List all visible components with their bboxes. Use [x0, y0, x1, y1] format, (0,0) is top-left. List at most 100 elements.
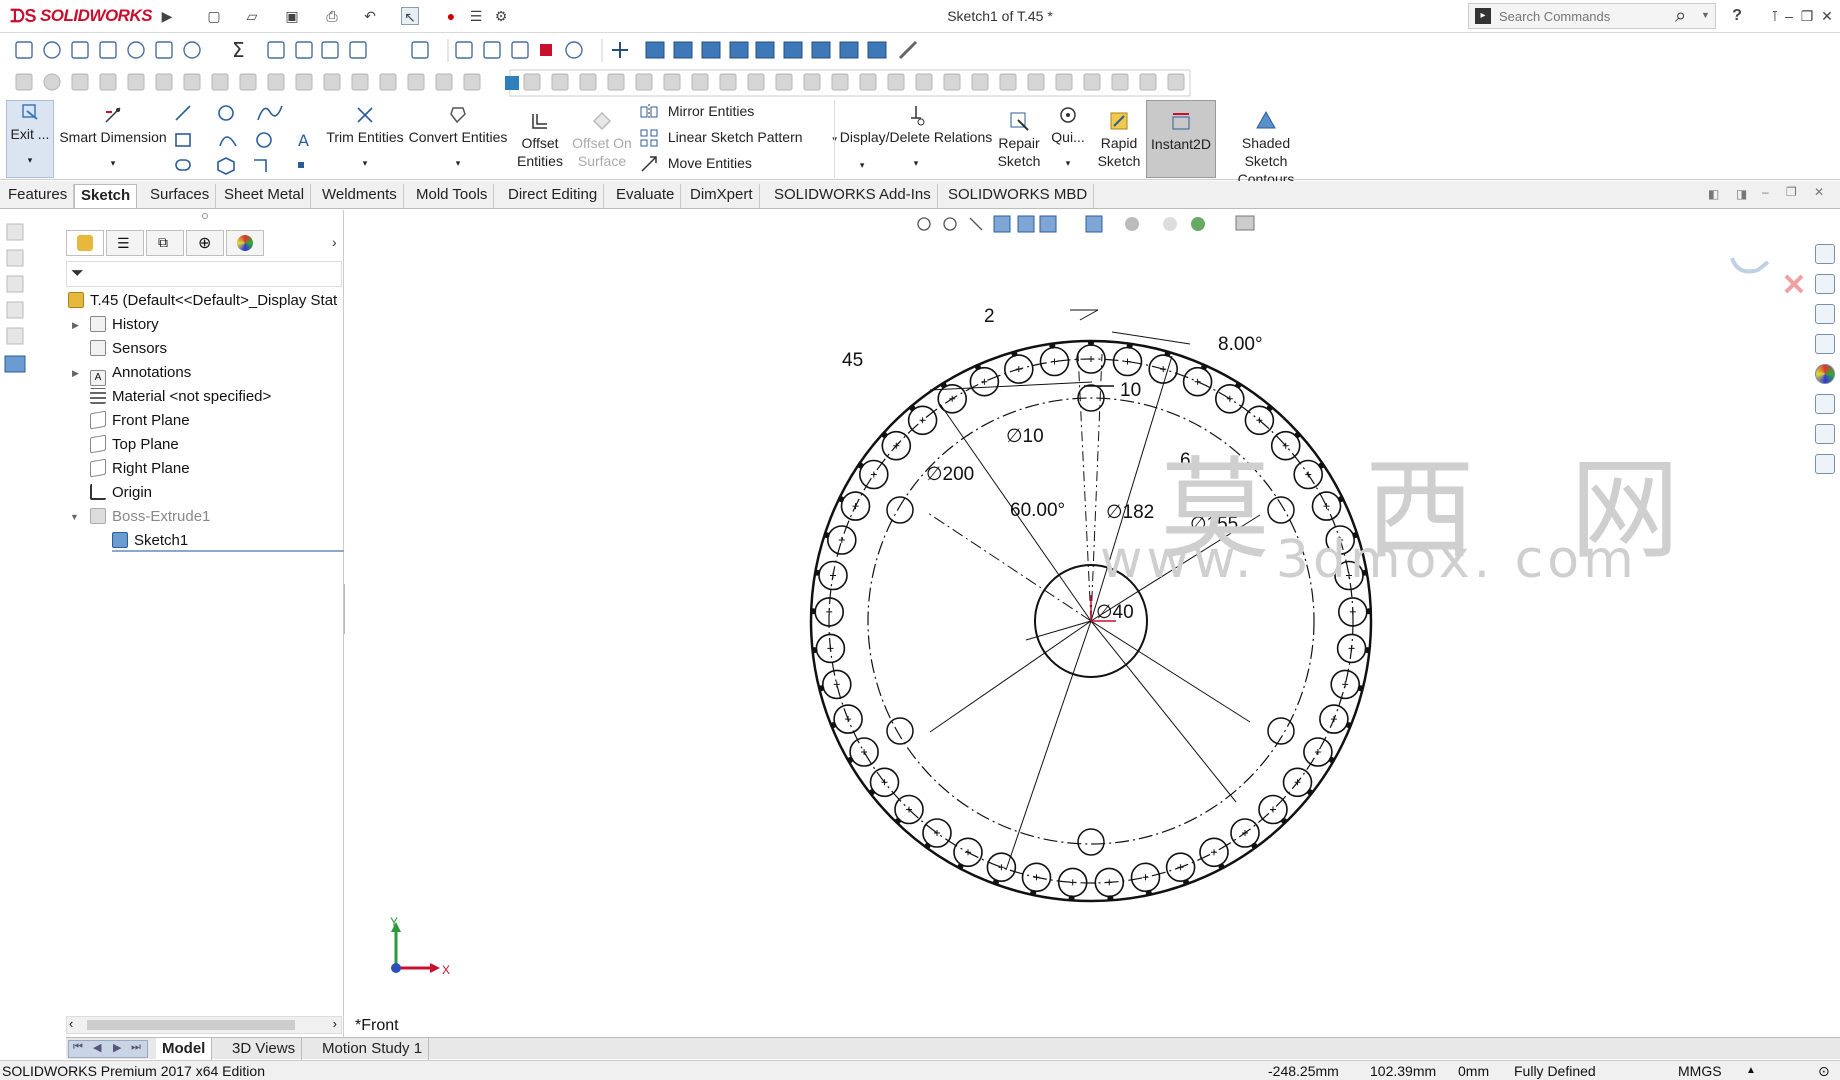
restore-icon[interactable]: ❐	[1798, 7, 1816, 25]
solidworks-resources-icon[interactable]	[1815, 244, 1835, 264]
trim-entities-button[interactable]: Trim Entities ▾	[326, 104, 404, 172]
scroll-thumb[interactable]	[87, 1020, 295, 1030]
tab-surfaces[interactable]: Surfaces	[144, 184, 217, 208]
search-box[interactable]: ▸ ⌕ ▼	[1468, 3, 1716, 29]
display-delete-relations-button[interactable]: Display/Delete Relations ▾	[838, 104, 994, 172]
next-tab-icon[interactable]: ▶	[113, 1041, 121, 1054]
tab-features[interactable]: Features	[2, 184, 75, 208]
tab-navigation-arrows[interactable]: ⏮ ◀ ▶ ⏭	[68, 1040, 148, 1058]
tab-sketch[interactable]: Sketch	[74, 184, 138, 208]
tab-sheet-metal[interactable]: Sheet Metal	[218, 184, 312, 208]
tab-configuration-manager[interactable]: ⧉	[146, 230, 184, 256]
zoom-to-fit-icon	[917, 217, 931, 231]
unit-system-selector[interactable]: MMGS	[1678, 1063, 1722, 1079]
tree-item-top-plane[interactable]: Top Plane	[90, 434, 179, 456]
tree-root[interactable]: T.45 (Default<<Default>_Display Stat	[68, 290, 337, 312]
repair-sketch-button[interactable]: Repair Sketch	[996, 110, 1042, 170]
expand-icon[interactable]: ▶	[72, 320, 79, 331]
help-icon[interactable]: ?	[1728, 7, 1746, 25]
sketch-drawing[interactable]: 2 8.00° 45 10 ∅10 ∅200 60.00° ∅182 ∅155 …	[780, 290, 1420, 930]
move-entities-button[interactable]: Move Entities ▾	[640, 152, 864, 174]
prev-tab-icon[interactable]: ◀	[93, 1041, 101, 1054]
heads-up-view-toolbar[interactable]	[910, 212, 1270, 238]
design-library-icon[interactable]	[1815, 274, 1835, 294]
tree-item-front-plane[interactable]: Front Plane	[90, 410, 190, 432]
smart-dimension-button[interactable]: Smart Dimension ▾	[58, 104, 168, 172]
chevron-down-icon[interactable]: ▾	[408, 154, 508, 172]
tree-item-sketch1[interactable]: Sketch1	[112, 530, 344, 552]
scroll-right-icon[interactable]: ›	[333, 1016, 337, 1031]
chevron-down-icon[interactable]: ▾	[7, 151, 53, 169]
chevron-down-icon[interactable]: ▾	[1046, 154, 1090, 172]
sketch-entities-grid[interactable]: A	[172, 102, 322, 176]
file-explorer-icon[interactable]	[1815, 304, 1835, 324]
rapid-sketch-button[interactable]: Rapid Sketch	[1094, 110, 1144, 170]
close-icon[interactable]: ✕	[1818, 7, 1836, 25]
custom-properties-icon[interactable]	[1815, 394, 1835, 414]
convert-entities-button[interactable]: Convert Entities ▾	[408, 104, 508, 172]
search-icon[interactable]: ⌕	[1675, 5, 1686, 28]
tab-mold-tools[interactable]: Mold Tools	[410, 184, 495, 208]
window-float-icon[interactable]: ◨	[1736, 187, 1747, 201]
tab-3d-views[interactable]: 3D Views	[226, 1038, 303, 1060]
tree-item-annotations[interactable]: A Annotations	[90, 362, 191, 386]
tab-evaluate[interactable]: Evaluate	[610, 184, 682, 208]
offset-on-surface-button[interactable]: Offset On Surface	[572, 110, 632, 170]
chevron-up-icon[interactable]: ▲	[1746, 1065, 1756, 1076]
doc-minimize-icon[interactable]: –	[1762, 185, 1769, 199]
panel-grip-icon[interactable]	[202, 213, 208, 219]
tab-dimxpert-manager[interactable]: ⊕	[186, 230, 224, 256]
doc-restore-icon[interactable]: ❐	[1786, 185, 1797, 199]
mirror-entities-button[interactable]: Mirror Entities	[640, 100, 754, 122]
instant2d-button[interactable]: Instant2D	[1146, 100, 1216, 178]
tooth-center-mark	[981, 378, 988, 385]
tab-solidworks-mbd[interactable]: SOLIDWORKS MBD	[942, 184, 1095, 208]
exit-sketch-button[interactable]: Exit ... ▾	[6, 100, 54, 178]
chevron-down-icon[interactable]: ▼	[1701, 10, 1710, 20]
tab-feature-tree[interactable]	[66, 230, 104, 256]
tree-filter[interactable]: ⏷	[66, 261, 342, 287]
tab-direct-editing[interactable]: Direct Editing	[502, 184, 605, 208]
appearances-icon[interactable]	[1815, 364, 1835, 384]
tree-item-material[interactable]: Material <not specified>	[90, 386, 271, 408]
offset-entities-button[interactable]: Offset Entities	[512, 110, 568, 170]
tree-item-history[interactable]: History	[90, 314, 159, 336]
shaded-sketch-contours-button[interactable]: Shaded Sketch Contours	[1220, 110, 1312, 188]
window-tile-icon[interactable]: ◧	[1708, 187, 1719, 201]
tab-motion-study[interactable]: Motion Study 1	[316, 1038, 430, 1060]
search-input[interactable]	[1499, 7, 1669, 25]
notification-icon[interactable]: ⊙	[1818, 1063, 1830, 1080]
scroll-left-icon[interactable]: ‹	[69, 1016, 73, 1031]
chevron-right-icon[interactable]: ›	[332, 234, 337, 250]
view-palette-icon[interactable]	[1815, 334, 1835, 354]
tool-icon-10	[321, 41, 339, 59]
minimize-icon[interactable]: –	[1780, 7, 1798, 25]
tree-item-boss-extrude[interactable]: Boss-Extrude1	[90, 506, 210, 528]
chevron-down-icon[interactable]: ▾	[326, 154, 404, 172]
confirmation-corner[interactable]	[1728, 240, 1808, 300]
chevron-down-icon[interactable]: ▾	[838, 154, 994, 172]
expand-icon[interactable]: ▶	[72, 368, 79, 379]
edition-label: SOLIDWORKS Premium 2017 x64 Edition	[2, 1063, 265, 1079]
fillet-corner-icon	[254, 159, 267, 172]
linear-sketch-pattern-button[interactable]: Linear Sketch Pattern ▾	[640, 126, 837, 148]
solidworks-forum-icon[interactable]	[1815, 424, 1835, 444]
tab-display-manager[interactable]	[226, 230, 264, 256]
first-tab-icon[interactable]: ⏮	[73, 1041, 83, 1054]
quick-snaps-button[interactable]: Qui... ▾	[1046, 104, 1090, 172]
tree-item-right-plane[interactable]: Right Plane	[90, 458, 190, 480]
tree-item-sensors[interactable]: Sensors	[90, 338, 167, 360]
tab-property-manager[interactable]: ☰	[106, 230, 144, 256]
last-tab-icon[interactable]: ⏭	[131, 1041, 141, 1054]
doc-close-icon[interactable]: ✕	[1814, 185, 1824, 199]
chevron-down-icon[interactable]: ▾	[58, 154, 168, 172]
tree-horizontal-scrollbar[interactable]: ‹ ›	[66, 1016, 342, 1034]
tree-item-origin[interactable]: Origin	[90, 482, 152, 504]
tab-solidworks-addins[interactable]: SOLIDWORKS Add-Ins	[768, 184, 938, 208]
chat-icon[interactable]	[1815, 454, 1835, 474]
tab-weldments[interactable]: Weldments	[316, 184, 404, 208]
tab-model[interactable]: Model	[156, 1038, 213, 1060]
tab-dimxpert[interactable]: DimXpert	[684, 184, 760, 208]
collapse-icon[interactable]: ▼	[70, 512, 79, 522]
repair-sketch-icon	[1010, 112, 1029, 131]
